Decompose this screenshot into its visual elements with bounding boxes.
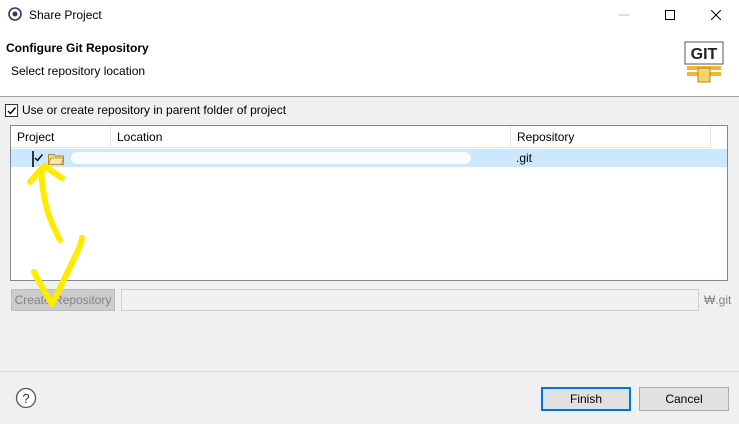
checkmark-icon <box>7 106 17 115</box>
maximize-button[interactable] <box>647 0 693 30</box>
cancel-button[interactable]: Cancel <box>639 387 729 411</box>
project-table[interactable]: Project Location Repository .git <box>10 125 728 281</box>
wizard-header: Configure Git Repository Select reposito… <box>0 30 739 97</box>
use-parent-label: Use or create repository in parent folde… <box>22 103 287 117</box>
finish-button[interactable]: Finish <box>541 387 631 411</box>
table-row[interactable]: .git <box>11 149 727 167</box>
close-button[interactable] <box>693 0 739 30</box>
close-icon <box>711 10 721 20</box>
minimize-icon <box>619 14 629 16</box>
checkmark-icon <box>34 154 44 162</box>
use-parent-checkbox[interactable] <box>5 103 18 117</box>
create-repository-button[interactable]: Create Repository <box>11 289 115 311</box>
row-repository-cell: .git <box>516 151 533 165</box>
redacted-location <box>71 152 471 164</box>
page-title: Configure Git Repository <box>6 41 149 55</box>
repository-path-field[interactable] <box>121 289 699 311</box>
footer-divider <box>0 371 739 372</box>
minimize-button[interactable] <box>601 0 647 30</box>
git-suffix-label: ₩.git <box>704 293 732 307</box>
help-icon[interactable]: ? <box>15 387 37 409</box>
project-row-checkbox[interactable] <box>32 151 44 167</box>
git-logo-text: GIT <box>691 46 718 63</box>
git-logo-icon: GIT <box>683 40 725 84</box>
page-description: Select repository location <box>11 64 146 78</box>
column-header-location[interactable]: Location <box>111 126 511 148</box>
use-parent-option[interactable]: Use or create repository in parent folde… <box>5 103 286 117</box>
window-title: Share Project <box>29 8 102 22</box>
title-bar: Share Project <box>0 0 739 30</box>
project-folder-icon <box>48 154 64 165</box>
maximize-icon <box>665 10 675 20</box>
column-header-repository[interactable]: Repository <box>511 126 711 148</box>
svg-text:?: ? <box>22 391 29 406</box>
column-header-project[interactable]: Project <box>11 126 111 148</box>
eclipse-app-icon <box>8 7 22 21</box>
